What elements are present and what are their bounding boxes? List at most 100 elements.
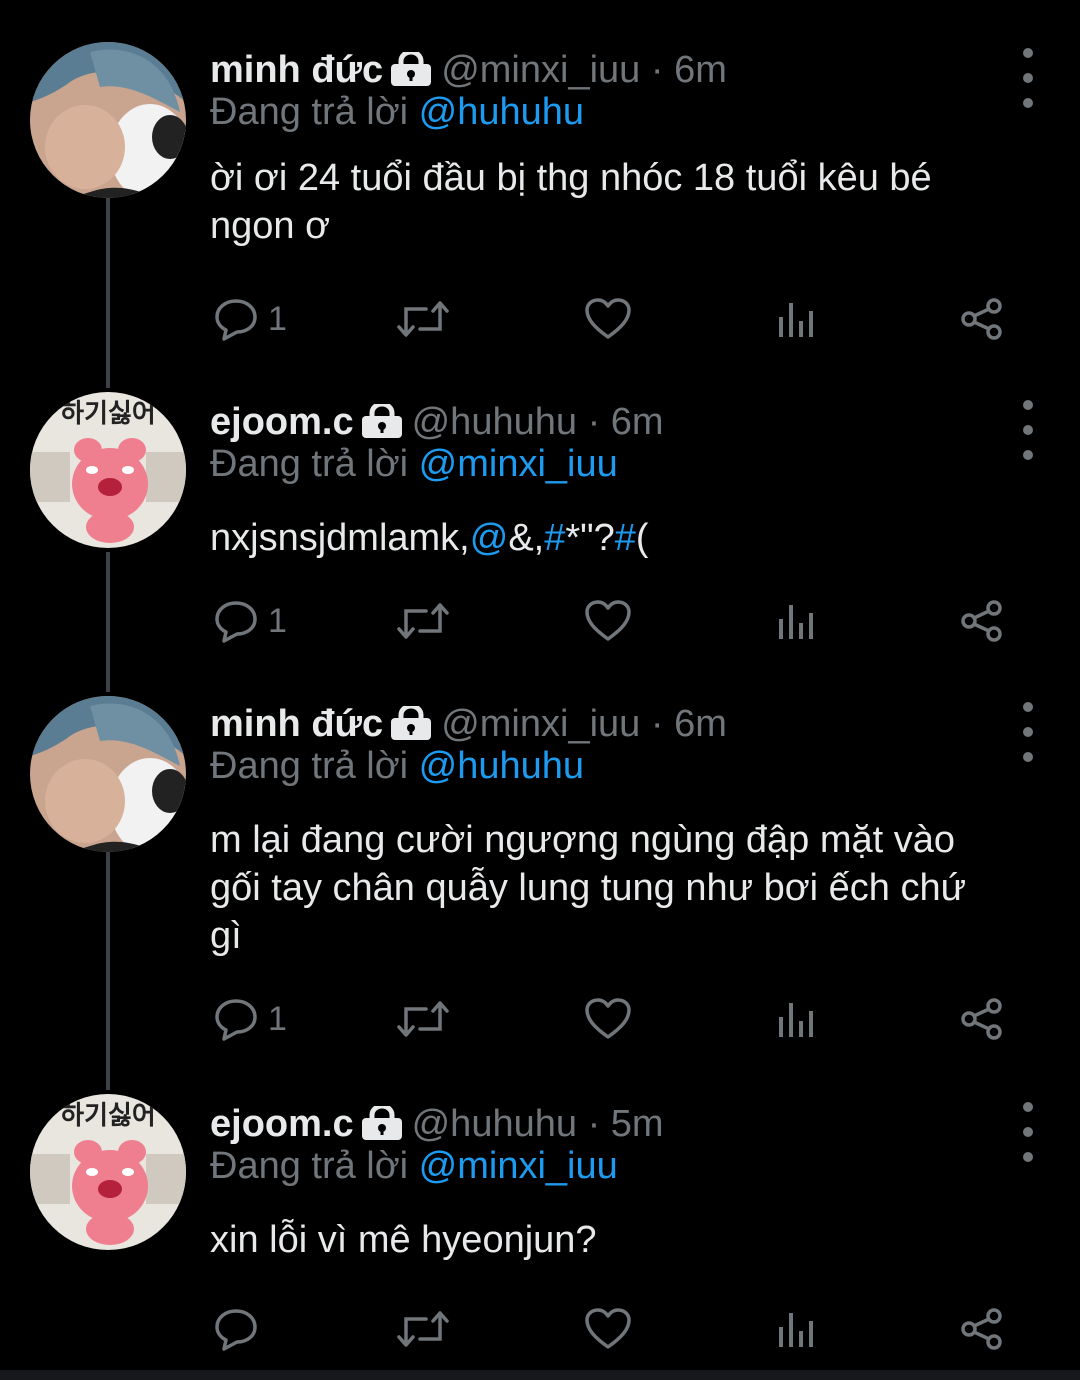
tweet-text-part: *"? xyxy=(565,517,615,559)
retweet-button[interactable] xyxy=(396,294,450,344)
reply-count: 1 xyxy=(268,299,287,338)
replying-to: Đang trả lời @minxi_iuu xyxy=(210,440,618,488)
action-bar xyxy=(210,1304,1020,1354)
reply-button[interactable] xyxy=(214,1304,268,1354)
replying-to-label: Đang trả lời xyxy=(210,91,409,133)
speech-bubble-icon xyxy=(215,999,257,1041)
retweet-button[interactable] xyxy=(396,596,450,646)
like-button[interactable] xyxy=(584,994,632,1044)
replying-to-mention[interactable]: @minxi_iuu xyxy=(419,1145,618,1187)
tweet-text-line: xin lỗi vì mê hyeonjun? xyxy=(210,1219,597,1261)
avatar[interactable] xyxy=(30,42,186,198)
more-options-icon[interactable] xyxy=(1016,400,1040,460)
retweet-button[interactable] xyxy=(396,1304,450,1354)
speech-bubble-icon xyxy=(215,299,257,341)
hashtag-link[interactable]: # xyxy=(544,517,565,559)
analytics-button[interactable] xyxy=(776,294,816,344)
tweet-content: ejoom.c @huhuhu · 5m Đang trả lời @minxi_… xyxy=(210,1094,1040,1294)
share-button[interactable] xyxy=(960,294,1004,344)
tweet-text: ời ơi 24 tuổi đầu bị thg nhóc 18 tuổi kê… xyxy=(210,154,932,250)
avatar-label: 하기싫어 xyxy=(60,399,156,429)
action-bar: 1 xyxy=(210,994,1020,1044)
tweet[interactable]: minh đức @minxi_iuu · 6m Đang trả lời @hu… xyxy=(0,694,1080,1074)
retweet-icon xyxy=(397,301,449,337)
avatar[interactable]: 하기싫어 xyxy=(30,392,186,548)
replying-to-mention[interactable]: @huhuhu xyxy=(419,91,584,133)
share-button[interactable] xyxy=(960,596,1004,646)
avatar[interactable] xyxy=(30,696,186,852)
display-name[interactable]: minh đức xyxy=(210,703,383,745)
bar-chart-icon xyxy=(779,1313,813,1347)
analytics-button[interactable] xyxy=(776,1304,816,1354)
avatar-image: 하기싫어 xyxy=(30,392,186,548)
action-bar: 1 xyxy=(210,596,1020,646)
display-name[interactable]: minh đức xyxy=(210,49,383,91)
tweet-text-part: nxjsnsjdmlamk, xyxy=(210,517,470,559)
more-options-icon[interactable] xyxy=(1016,1102,1040,1162)
replying-to-label: Đang trả lời xyxy=(210,1145,409,1187)
tweet[interactable]: 하기싫어 ejoom.c @huhuhu · 6m Đang trả lời @m… xyxy=(0,392,1080,692)
analytics-button[interactable] xyxy=(776,994,816,1044)
share-icon xyxy=(961,998,1002,1040)
more-options-icon[interactable] xyxy=(1016,48,1040,108)
retweet-icon xyxy=(397,1311,449,1347)
reply-count: 1 xyxy=(268,999,287,1038)
timestamp[interactable]: · 5m xyxy=(588,1103,664,1145)
share-icon xyxy=(961,298,1002,340)
bar-chart-icon xyxy=(779,605,813,639)
handle[interactable]: @huhuhu xyxy=(412,1103,577,1145)
tweet-text-line: m lại đang cười ngượng ngùng đập mặt vào xyxy=(210,819,956,861)
tweet-text-part: &, xyxy=(508,517,545,559)
timestamp[interactable]: · 6m xyxy=(651,49,727,91)
tweet-text: m lại đang cười ngượng ngùng đập mặt vào… xyxy=(210,816,966,960)
reply-button[interactable]: 1 xyxy=(214,294,287,344)
tweet[interactable]: 하기싫어 ejoom.c @huhuhu · 5m Đang trả lời @m… xyxy=(0,1094,1080,1364)
hashtag-link[interactable]: # xyxy=(615,517,636,559)
bar-chart-icon xyxy=(779,1003,813,1037)
timestamp[interactable]: · 6m xyxy=(588,401,664,443)
share-button[interactable] xyxy=(960,1304,1004,1354)
like-button[interactable] xyxy=(584,1304,632,1354)
avatar-label: 하기싫어 xyxy=(60,1101,156,1131)
action-bar: 1 xyxy=(210,294,1020,344)
replying-to-label: Đang trả lời xyxy=(210,443,409,485)
replying-to-mention[interactable]: @minxi_iuu xyxy=(419,443,618,485)
replying-to: Đang trả lời @huhuhu xyxy=(210,742,584,790)
tweet-text-line: ngon ơ xyxy=(210,205,331,247)
bar-chart-icon xyxy=(779,303,813,337)
retweet-icon xyxy=(397,1001,449,1037)
tweet-text-line: gì xyxy=(210,915,242,957)
share-icon xyxy=(961,1308,1002,1350)
display-name[interactable]: ejoom.c xyxy=(210,1103,354,1145)
reply-button[interactable]: 1 xyxy=(214,994,287,1044)
tweet[interactable]: minh đức @minxi_iuu · 6m Đang trả lời @hu… xyxy=(0,40,1080,341)
timestamp[interactable]: · 6m xyxy=(651,703,727,745)
reply-count: 1 xyxy=(268,601,287,640)
replying-to: Đang trả lời @minxi_iuu xyxy=(210,1142,618,1190)
share-button[interactable] xyxy=(960,994,1004,1044)
retweet-button[interactable] xyxy=(396,994,450,1044)
handle[interactable]: @minxi_iuu xyxy=(441,703,640,745)
replying-to-mention[interactable]: @huhuhu xyxy=(419,745,584,787)
like-button[interactable] xyxy=(584,294,632,344)
display-name[interactable]: ejoom.c xyxy=(210,401,354,443)
more-options-icon[interactable] xyxy=(1016,702,1040,762)
like-button[interactable] xyxy=(584,596,632,646)
tweet-content: minh đức @minxi_iuu · 6m Đang trả lời @hu… xyxy=(210,40,1040,270)
tweet-text-line: gối tay chân quẫy lung tung như bơi ếch … xyxy=(210,867,967,909)
avatar[interactable]: 하기싫어 xyxy=(30,1094,186,1250)
speech-bubble-icon xyxy=(215,601,257,643)
handle[interactable]: @huhuhu xyxy=(412,401,577,443)
analytics-button[interactable] xyxy=(776,596,816,646)
bottom-divider xyxy=(0,1370,1080,1380)
retweet-icon xyxy=(397,603,449,639)
handle[interactable]: @minxi_iuu xyxy=(441,49,640,91)
tweet-text-line: ời ơi 24 tuổi đầu bị thg nhóc 18 tuổi kê… xyxy=(210,157,932,199)
tweet-text-part: ( xyxy=(635,517,649,559)
mention-link[interactable]: @ xyxy=(470,517,509,559)
tweet-text: nxjsnsjdmlamk,@&,#*"?#( xyxy=(210,514,649,562)
share-icon xyxy=(961,600,1002,642)
reply-button[interactable]: 1 xyxy=(214,596,287,646)
avatar-image xyxy=(30,696,186,852)
heart-icon xyxy=(585,1308,631,1349)
